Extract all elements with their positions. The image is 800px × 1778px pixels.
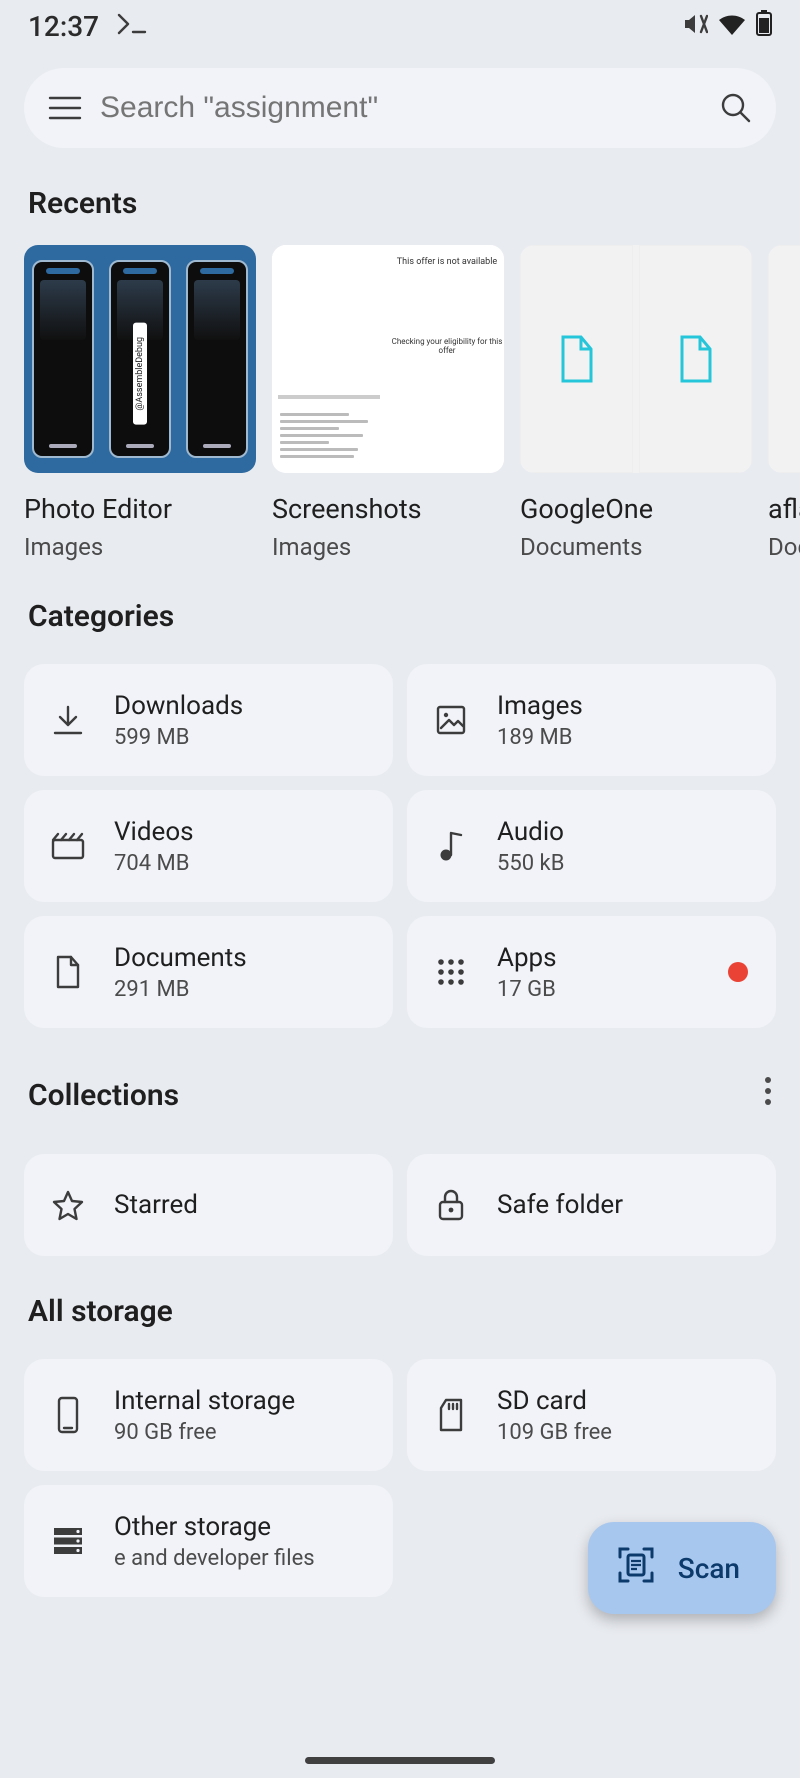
category-images[interactable]: Images 189 MB [407, 664, 776, 776]
tile-subtitle: 189 MB [497, 725, 583, 750]
tile-title: Downloads [114, 691, 243, 721]
tile-subtitle: 599 MB [114, 725, 243, 750]
recent-thumbnail [768, 245, 800, 473]
tile-subtitle: 704 MB [114, 851, 194, 876]
categories-grid: Downloads 599 MB Images 189 MB Videos 70… [0, 646, 800, 1028]
recent-item-partial[interactable]: afla Docu [768, 245, 800, 561]
star-icon [48, 1189, 88, 1221]
tile-title: SD card [497, 1386, 612, 1416]
phone-icon [48, 1396, 88, 1434]
recent-title: Photo Editor [24, 493, 256, 525]
collection-safe-folder[interactable]: Safe folder [407, 1154, 776, 1256]
category-videos[interactable]: Videos 704 MB [24, 790, 393, 902]
tile-title: Other storage [114, 1512, 315, 1542]
recent-title: Screenshots [272, 493, 504, 525]
audio-icon [431, 829, 471, 863]
collections-grid: Starred Safe folder [0, 1136, 800, 1256]
recent-thumbnail: @AssembleDebug [24, 245, 256, 473]
scan-icon [616, 1545, 656, 1592]
download-icon [48, 703, 88, 737]
recent-subtitle: Images [272, 533, 504, 561]
tile-subtitle: 109 GB free [497, 1420, 612, 1445]
status-bar: 12:37 [0, 0, 800, 52]
tile-title: Safe folder [497, 1190, 623, 1220]
section-header-storage: All storage [0, 1256, 800, 1341]
category-documents[interactable]: Documents 291 MB [24, 916, 393, 1028]
recent-subtitle: Documents [520, 533, 752, 561]
video-icon [48, 832, 88, 860]
tile-subtitle: 17 GB [497, 977, 557, 1002]
tile-subtitle: e and developer files [114, 1546, 315, 1571]
search-input[interactable] [100, 91, 720, 125]
storage-icon [48, 1526, 88, 1556]
wifi-icon [718, 10, 746, 43]
search-icon[interactable] [720, 92, 752, 124]
recent-thumbnail [520, 245, 752, 473]
recent-item-screenshots[interactable]: This offer is not available Checking you… [272, 245, 504, 561]
recent-title: afla [768, 493, 800, 525]
section-header-categories: Categories [0, 561, 800, 646]
scan-fab[interactable]: Scan [588, 1522, 776, 1614]
category-audio[interactable]: Audio 550 kB [407, 790, 776, 902]
sdcard-icon [431, 1398, 471, 1432]
apps-icon [431, 957, 471, 987]
fab-label: Scan [678, 1552, 740, 1585]
collection-starred[interactable]: Starred [24, 1154, 393, 1256]
tile-title: Documents [114, 943, 247, 973]
storage-other[interactable]: Other storage e and developer files [24, 1485, 393, 1597]
search-bar[interactable] [24, 68, 776, 148]
recent-thumbnail: This offer is not available Checking you… [272, 245, 504, 473]
notification-dot [728, 962, 748, 982]
category-apps[interactable]: Apps 17 GB [407, 916, 776, 1028]
terminal-icon [117, 10, 147, 43]
document-icon [48, 955, 88, 989]
recents-list: @AssembleDebug Photo Editor Images This … [0, 233, 800, 561]
section-header-recents: Recents [0, 148, 800, 233]
mute-icon [682, 10, 708, 43]
tile-title: Images [497, 691, 583, 721]
more-icon[interactable] [754, 1066, 782, 1124]
storage-sdcard[interactable]: SD card 109 GB free [407, 1359, 776, 1471]
tile-title: Internal storage [114, 1386, 295, 1416]
tile-subtitle: 90 GB free [114, 1420, 295, 1445]
tile-subtitle: 550 kB [497, 851, 564, 876]
recent-item-photo-editor[interactable]: @AssembleDebug Photo Editor Images [24, 245, 256, 561]
recent-subtitle: Docu [768, 533, 800, 561]
recent-title: GoogleOne [520, 493, 752, 525]
section-header-collections: Collections [0, 1028, 800, 1136]
collections-label: Collections [28, 1078, 179, 1113]
lock-icon [431, 1188, 471, 1222]
tile-title: Videos [114, 817, 194, 847]
tile-title: Audio [497, 817, 564, 847]
status-time: 12:37 [28, 10, 99, 43]
tile-subtitle: 291 MB [114, 977, 247, 1002]
recent-subtitle: Images [24, 533, 256, 561]
battery-icon [756, 10, 772, 43]
image-icon [431, 704, 471, 736]
recent-item-googleone[interactable]: GoogleOne Documents [520, 245, 752, 561]
tile-title: Starred [114, 1190, 198, 1220]
storage-internal[interactable]: Internal storage 90 GB free [24, 1359, 393, 1471]
category-downloads[interactable]: Downloads 599 MB [24, 664, 393, 776]
tile-title: Apps [497, 943, 557, 973]
menu-icon[interactable] [48, 95, 82, 121]
nav-indicator [305, 1757, 495, 1764]
